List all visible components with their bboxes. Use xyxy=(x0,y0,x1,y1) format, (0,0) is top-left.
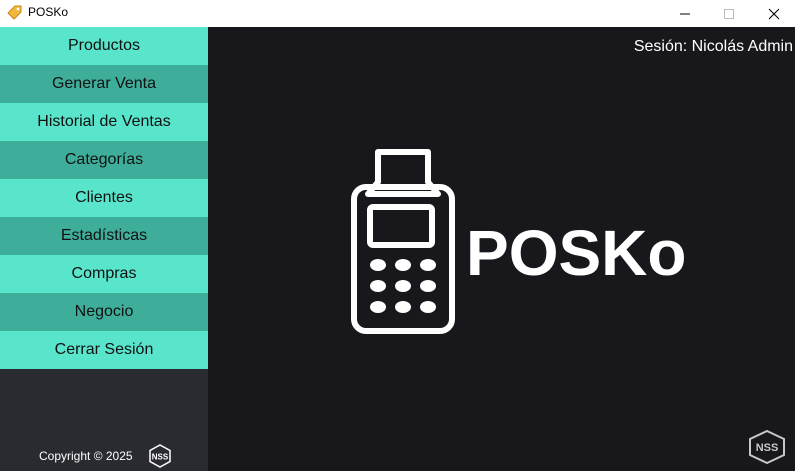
maximize-button[interactable] xyxy=(706,0,752,27)
close-icon xyxy=(768,8,780,19)
sidebar-item-productos[interactable]: Productos xyxy=(0,27,208,65)
brand-text: POSKo xyxy=(466,217,686,289)
svg-text:NSS: NSS xyxy=(152,453,169,462)
sidebar-item-compras[interactable]: Compras xyxy=(0,255,208,293)
sidebar-item-historial[interactable]: Historial de Ventas xyxy=(0,103,208,141)
main-panel: Sesión: Nicolás Admin POSKo NSS xyxy=(208,27,795,471)
maximize-icon xyxy=(724,8,734,19)
sidebar-item-negocio[interactable]: Negocio xyxy=(0,293,208,331)
sidebar-item-cerrar-sesion[interactable]: Cerrar Sesión xyxy=(0,331,208,369)
pos-terminal-logo: POSKo xyxy=(351,149,686,334)
sidebar-item-clientes[interactable]: Clientes xyxy=(0,179,208,217)
session-label: Sesión: Nicolás Admin xyxy=(633,38,793,55)
svg-text:NSS: NSS xyxy=(756,442,779,454)
sidebar-footer: Copyright © 2025 NSS xyxy=(0,441,208,471)
nss-logo-icon: NSS xyxy=(149,444,171,468)
title-bar: POSKo xyxy=(0,0,795,27)
app-icon xyxy=(7,5,22,20)
copyright-text: Copyright © 2025 xyxy=(39,449,133,463)
nss-corner-logo-icon: NSS xyxy=(749,430,785,464)
minimize-icon xyxy=(680,13,690,14)
minimize-button[interactable] xyxy=(662,0,708,27)
sidebar-item-categorias[interactable]: Categorías xyxy=(0,141,208,179)
sidebar: Productos Generar Venta Historial de Ven… xyxy=(0,27,208,471)
close-button[interactable] xyxy=(751,0,795,27)
window-title: POSKo xyxy=(28,5,69,19)
sidebar-item-generar-venta[interactable]: Generar Venta xyxy=(0,65,208,103)
sidebar-item-estadisticas[interactable]: Estadísticas xyxy=(0,217,208,255)
keypad-icon xyxy=(370,259,436,313)
